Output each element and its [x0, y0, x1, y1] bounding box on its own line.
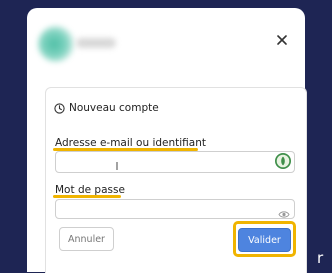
background-partial-text: r [317, 249, 324, 267]
blurred-avatar [38, 26, 74, 62]
clock-icon [54, 102, 65, 114]
card-title: Nouveau compte [54, 101, 159, 115]
cancel-button[interactable]: Annuler [59, 227, 114, 251]
blurred-account-name [76, 38, 116, 48]
password-field[interactable] [55, 199, 295, 219]
text-cursor-icon: I [115, 160, 119, 173]
close-icon [277, 35, 287, 45]
password-label-highlight [53, 195, 121, 198]
validate-button[interactable]: Valider [238, 228, 291, 252]
card-title-text: Nouveau compte [69, 102, 159, 114]
close-button[interactable] [273, 31, 291, 49]
password-manager-icon[interactable] [274, 152, 292, 170]
eye-icon[interactable] [278, 204, 290, 218]
email-field[interactable] [55, 151, 295, 173]
